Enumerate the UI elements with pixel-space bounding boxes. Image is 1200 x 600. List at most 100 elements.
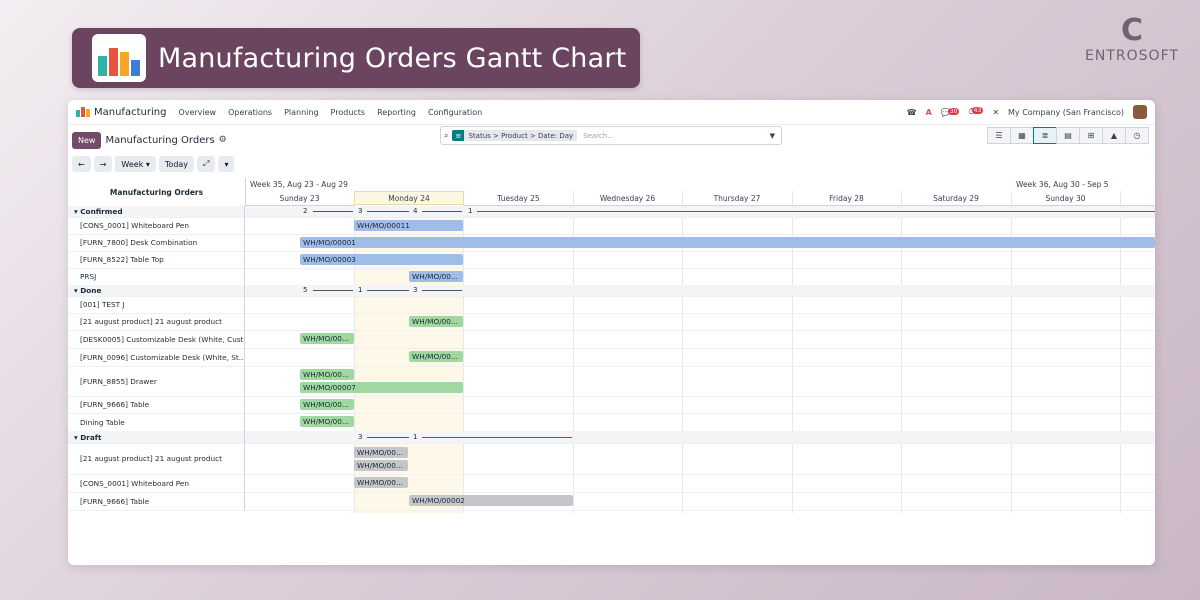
count-label: 5 <box>303 286 308 294</box>
search-input[interactable]: Search... <box>583 132 614 140</box>
gantt-bar[interactable]: WH/MO/00... <box>300 399 354 410</box>
scale-label: Week <box>121 159 144 169</box>
table-row: [FURN_7800] Desk Combination WH/MO/00001 <box>68 234 1155 252</box>
more-dropdown-icon[interactable]: ▾ <box>218 156 235 172</box>
nav-products[interactable]: Products <box>331 108 366 117</box>
group-name: Draft <box>80 432 102 442</box>
gantt-bar[interactable]: WH/MO/00... <box>300 333 354 344</box>
table-row: [21 august product] 21 august product WH… <box>68 443 1155 475</box>
messages-icon[interactable]: 💬30 <box>941 107 960 117</box>
count-line <box>367 290 409 291</box>
gantt-bar[interactable]: WH/MO/00... <box>409 316 463 327</box>
search-bar[interactable]: ⌕ ≡ Status > Product > Date: Day Search.… <box>440 126 782 145</box>
tools-icon[interactable]: ✕ <box>992 108 999 117</box>
row-label[interactable]: [FURN_9666] Table <box>68 396 245 413</box>
gantt-bar[interactable]: WH/MO/00002 <box>409 495 573 506</box>
avatar[interactable] <box>1133 105 1147 119</box>
kanban-view-icon[interactable]: ▦ <box>1010 127 1034 144</box>
count-line <box>367 437 409 438</box>
graph-view-icon[interactable]: ▲ <box>1102 127 1126 144</box>
gantt-chart: Manufacturing Orders Week 35, Aug 23 - A… <box>68 178 1155 514</box>
top-navbar: Manufacturing Overview Operations Planni… <box>68 100 1155 125</box>
row-label[interactable]: [DESK0005] Customizable Desk (White, Cus… <box>68 330 245 348</box>
gantt-bar[interactable]: WH/MO/00001 <box>300 237 1155 248</box>
new-button[interactable]: New <box>72 131 102 149</box>
gear-icon[interactable]: ⚙ <box>219 135 227 145</box>
row-label[interactable]: [FURN_9666] Table <box>68 492 245 510</box>
table-row: [21 august product] 21 august product WH… <box>68 313 1155 331</box>
gantt-bar[interactable]: WH/MO/00... <box>354 460 408 471</box>
count-label: 1 <box>413 433 418 441</box>
gantt-bar[interactable]: WH/MO/00... <box>354 477 408 488</box>
row-label[interactable]: PRSJ <box>68 268 245 285</box>
count-line <box>313 290 353 291</box>
row-label[interactable]: [FURN_8855] Drawer <box>68 366 245 396</box>
row-label[interactable]: [CONS_0001] Whiteboard Pen <box>68 474 245 492</box>
row-label[interactable]: [21 august product] 21 august product <box>68 443 245 474</box>
gantt-toolbar: ← → Week ▾ Today ⤢ ▾ <box>72 156 235 172</box>
gantt-bar[interactable]: WH/MO/00... <box>409 271 463 282</box>
activity-icon[interactable]: ⏱43 <box>968 107 984 117</box>
day-header: Saturday 29 <box>901 191 1011 206</box>
group-label[interactable]: ▾ Done <box>68 285 245 296</box>
prev-button[interactable]: ← <box>72 156 91 172</box>
row-label[interactable]: [CONS_0001] Whiteboard Pen <box>68 217 245 234</box>
row-label[interactable]: [21 august product] 21 august product <box>68 313 245 330</box>
calendar-view-icon[interactable]: ▤ <box>1056 127 1080 144</box>
group-label[interactable]: ▾ Confirmed <box>68 206 245 217</box>
nav-overview[interactable]: Overview <box>178 108 216 117</box>
table-row: [DESK0005] Customizable Desk (White, Cus… <box>68 330 1155 349</box>
nav-planning[interactable]: Planning <box>284 108 318 117</box>
group-name: Confirmed <box>80 207 123 216</box>
row-label[interactable]: [FURN_8522] Table Top <box>68 251 245 268</box>
gantt-header-label: Manufacturing Orders <box>68 178 246 207</box>
manufacturing-logo-icon <box>92 34 146 82</box>
expand-icon[interactable]: ⤢ <box>197 156 216 172</box>
gantt-bar[interactable]: WH/MO/00011 <box>354 220 463 231</box>
facet-label: Status > Product > Date: Day <box>468 131 574 140</box>
today-button[interactable]: Today <box>158 156 195 172</box>
week-label: Week 36, Aug 30 - Sep 5 <box>1016 180 1109 189</box>
company-switcher[interactable]: My Company (San Francisco) <box>1008 108 1124 117</box>
phone-icon[interactable]: ☎ <box>907 108 917 117</box>
messages-badge: 30 <box>947 107 960 115</box>
view-switcher: ☰ ▦ ≣ ▤ ⊞ ▲ ◷ <box>987 127 1149 144</box>
count-label: 1 <box>358 286 363 294</box>
group-label[interactable]: ▾ Draft <box>68 431 245 443</box>
app-name[interactable]: Manufacturing <box>94 107 166 118</box>
title-banner: Manufacturing Orders Gantt Chart <box>72 28 640 88</box>
table-row: [CONS_0001] Whiteboard Pen WH/MO/00... <box>68 474 1155 493</box>
gantt-bar[interactable]: WH/MO/00003 <box>300 254 463 265</box>
ai-icon[interactable]: A <box>926 108 932 117</box>
activity-view-icon[interactable]: ◷ <box>1125 127 1149 144</box>
table-row: [FURN_9666] Table WH/MO/00... <box>68 396 1155 414</box>
gantt-bar[interactable]: WH/MO/00... <box>354 447 408 458</box>
nav-configuration[interactable]: Configuration <box>428 108 482 117</box>
nav-operations[interactable]: Operations <box>228 108 272 117</box>
table-row: [FURN_0096] Customizable Desk (White, St… <box>68 348 1155 367</box>
nav-reporting[interactable]: Reporting <box>377 108 416 117</box>
count-line <box>313 211 353 212</box>
row-label[interactable]: [FURN_7800] Desk Combination <box>68 234 245 251</box>
row-label[interactable]: [FURN_0096] Customizable Desk (White, St… <box>68 348 245 366</box>
list-view-icon[interactable]: ☰ <box>987 127 1011 144</box>
row-label[interactable]: [001] TEST J <box>68 296 245 313</box>
count-line <box>422 290 462 291</box>
gantt-bar[interactable]: WH/MO/00... <box>300 369 354 380</box>
app-window: Manufacturing Overview Operations Planni… <box>68 100 1155 565</box>
next-button[interactable]: → <box>93 156 113 172</box>
row-label[interactable]: Dining Table <box>68 413 245 431</box>
caret-down-icon[interactable]: ▼ <box>770 132 775 140</box>
search-icon: ⌕ <box>444 130 449 140</box>
gantt-bar[interactable]: WH/MO/00... <box>409 351 463 362</box>
pivot-view-icon[interactable]: ⊞ <box>1079 127 1103 144</box>
table-row: [001] TEST J <box>68 296 1155 314</box>
table-row: [CONS_0001] Whiteboard Pen WH/MO/00011 <box>68 217 1155 235</box>
gantt-bar[interactable]: WH/MO/00007 <box>300 382 463 393</box>
gantt-view-icon[interactable]: ≣ <box>1033 127 1057 144</box>
day-header-today: Monday 24 <box>354 191 464 205</box>
scale-dropdown[interactable]: Week ▾ <box>115 156 156 172</box>
search-facet[interactable]: ≡ Status > Product > Date: Day <box>452 130 578 141</box>
gantt-bar[interactable]: WH/MO/00... <box>300 416 354 427</box>
app-icon[interactable] <box>76 107 90 117</box>
